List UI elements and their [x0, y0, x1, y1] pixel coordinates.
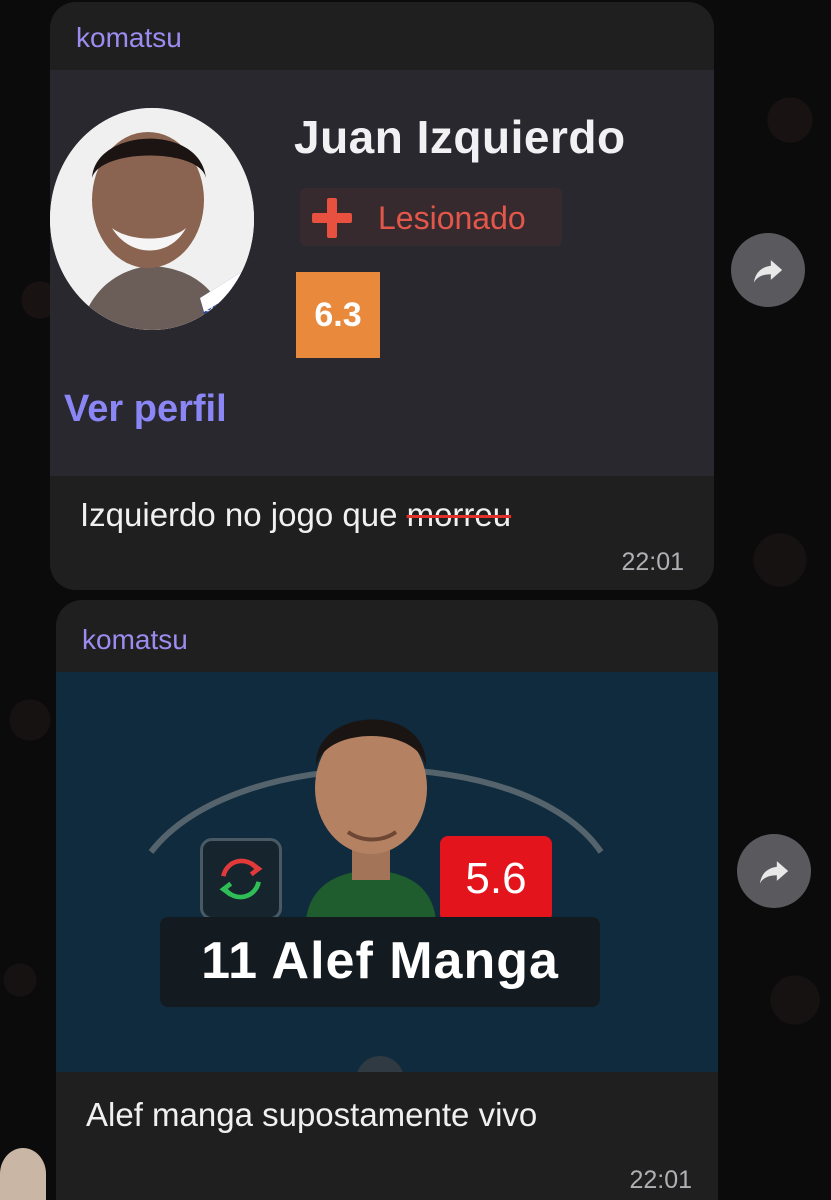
player-card[interactable]: C.N.deF. Juan Izquierdo Lesionado 6.3 Ve… [50, 70, 714, 476]
message-text: Izquierdo no jogo que morreu [80, 496, 511, 534]
message-bubble[interactable]: komatsu C.N.deF. Juan Izquierdo Lesionad… [50, 2, 714, 590]
player-name-plate: 11 Alef Manga [160, 917, 600, 1007]
player-rating-badge: 6.3 [296, 272, 380, 358]
forward-icon [753, 260, 783, 283]
player-photo-icon [306, 719, 436, 920]
view-profile-link[interactable]: Ver perfil [64, 388, 227, 431]
sender-avatar[interactable] [0, 1148, 46, 1200]
message-text-plain: Izquierdo no jogo que [80, 496, 407, 533]
lineup-card[interactable]: 5.6 11 Alef Manga [56, 672, 718, 1072]
sender-name[interactable]: komatsu [82, 624, 188, 656]
player-avatar: C.N.deF. [50, 108, 254, 330]
player-name: Juan Izquierdo [294, 111, 626, 163]
message-time: 22:01 [629, 1166, 692, 1194]
substitution-icon [200, 838, 282, 920]
forward-button[interactable] [737, 834, 811, 908]
player-rating-badge: 5.6 [440, 836, 552, 922]
forward-button[interactable] [731, 233, 805, 307]
injury-label: Lesionado [378, 200, 526, 236]
forward-icon [759, 861, 789, 884]
injury-status: Lesionado [300, 188, 562, 246]
injury-cross-icon [312, 198, 352, 238]
player-name: 11 Alef Manga [201, 932, 559, 990]
player-photo-icon: C.N.deF. [50, 108, 254, 330]
message-time: 22:01 [621, 548, 684, 576]
sender-name[interactable]: komatsu [76, 22, 182, 54]
message-text-struck: morreu [406, 496, 512, 533]
message-bubble[interactable]: komatsu 5.6 11 Alef Manga Alef manga sup… [56, 600, 718, 1200]
message-text: Alef manga supostamente vivo [86, 1096, 538, 1133]
